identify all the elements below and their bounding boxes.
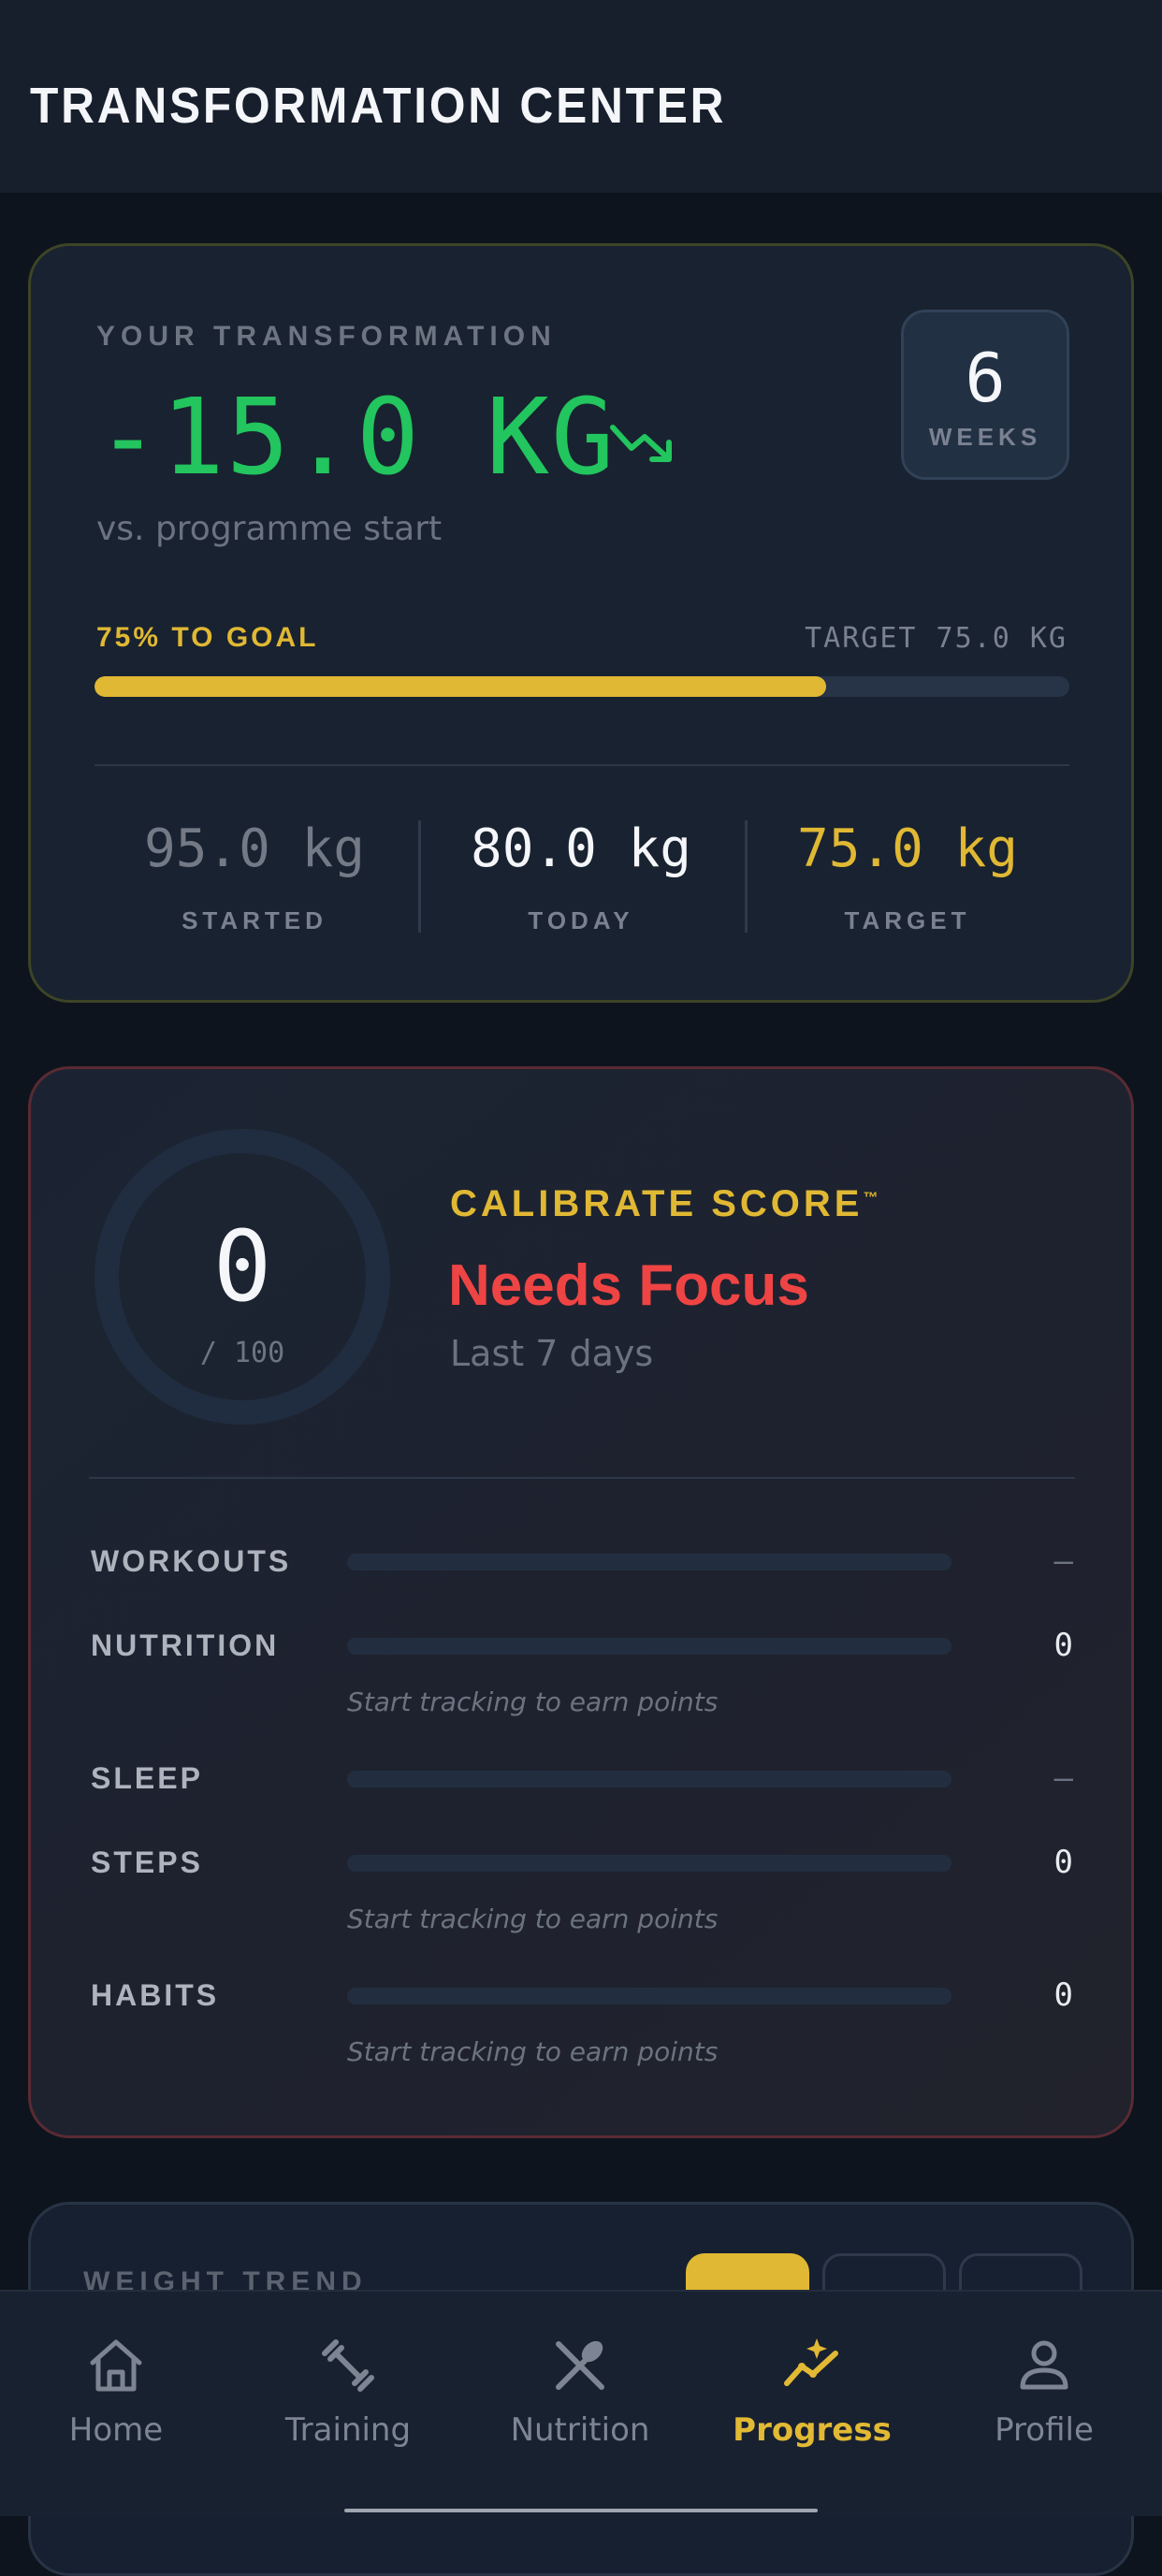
metric-workouts-value: — bbox=[1053, 1542, 1073, 1580]
goal-progress-bar bbox=[94, 676, 1069, 697]
nav-item-nutrition[interactable]: Nutrition bbox=[464, 2292, 696, 2516]
goal-progress-label: 75% TO GOAL bbox=[96, 622, 319, 653]
goal-progress-fill bbox=[94, 676, 826, 697]
metric-habits-bar bbox=[347, 1988, 951, 2004]
transformation-label: YOUR TRANSFORMATION bbox=[96, 321, 557, 352]
weight-change-value: -15.0 KG bbox=[96, 377, 617, 499]
metric-habits-label: HABITS bbox=[91, 1978, 220, 2012]
page-title: TRANSFORMATION CENTER bbox=[30, 78, 727, 134]
trend-sparkle-icon bbox=[784, 2338, 838, 2386]
weeks-badge: 6 WEEKS bbox=[901, 310, 1069, 480]
nav-label: Nutrition bbox=[510, 2411, 650, 2449]
nav-label: Home bbox=[68, 2411, 164, 2449]
score-period: Last 7 days bbox=[450, 1333, 654, 1374]
utensils-icon bbox=[556, 2340, 604, 2390]
bottom-nav: Home Training Nutrition Progress Profile bbox=[0, 2290, 1162, 2516]
started-weight-label: STARTED bbox=[182, 906, 327, 934]
nav-item-progress[interactable]: Progress bbox=[696, 2292, 928, 2516]
today-weight-label: TODAY bbox=[528, 906, 634, 934]
target-label: TARGET 75.0 KG bbox=[805, 622, 1068, 655]
metric-sleep-label: SLEEP bbox=[91, 1761, 203, 1795]
weeks-value: 6 bbox=[965, 339, 1006, 417]
target-weight-value: 75.0 kg bbox=[796, 818, 1018, 879]
started-weight-value: 95.0 kg bbox=[143, 818, 365, 879]
score-status: Needs Focus bbox=[448, 1253, 809, 1318]
stat-separator bbox=[745, 820, 748, 933]
nav-item-home[interactable]: Home bbox=[0, 2292, 232, 2516]
home-indicator bbox=[344, 2509, 818, 2512]
dumbbell-icon bbox=[322, 2339, 374, 2392]
metric-nutrition-label: NUTRITION bbox=[91, 1628, 280, 1662]
weeks-label: WEEKS bbox=[928, 423, 1042, 451]
score-value: 0 bbox=[212, 1209, 272, 1324]
metric-nutrition-bar bbox=[347, 1638, 951, 1655]
transformation-card: YOUR TRANSFORMATION -15.0 KG vs. program… bbox=[28, 243, 1134, 1003]
nav-item-profile[interactable]: Profile bbox=[928, 2292, 1160, 2516]
metric-workouts-bar bbox=[347, 1554, 951, 1570]
weight-change-subtitle: vs. programme start bbox=[96, 510, 443, 548]
calibrate-score-card[interactable]: 0 / 100 CALIBRATE SCORE™ Needs Focus Las… bbox=[28, 1066, 1134, 2138]
stat-separator bbox=[418, 820, 421, 933]
metric-steps-value: 0 bbox=[1053, 1844, 1073, 1881]
trademark-mark: ™ bbox=[863, 1190, 879, 1207]
score-title: CALIBRATE SCORE™ bbox=[450, 1183, 878, 1225]
metric-workouts-label: WORKOUTS bbox=[91, 1544, 292, 1578]
nav-item-training[interactable]: Training bbox=[232, 2292, 464, 2516]
metric-nutrition-value: 0 bbox=[1053, 1627, 1073, 1664]
trend-down-icon bbox=[610, 425, 672, 462]
metric-steps-bar bbox=[347, 1855, 951, 1872]
score-ring: 0 / 100 bbox=[94, 1129, 390, 1425]
metric-habits-hint: Start tracking to earn points bbox=[347, 2036, 719, 2067]
metric-sleep-bar bbox=[347, 1771, 951, 1787]
today-weight-value: 80.0 kg bbox=[470, 818, 691, 879]
divider bbox=[89, 1477, 1075, 1479]
nav-label: Profile bbox=[995, 2411, 1094, 2449]
metric-habits-value: 0 bbox=[1053, 1976, 1073, 2014]
divider bbox=[94, 764, 1069, 766]
app-header: TRANSFORMATION CENTER bbox=[0, 0, 1162, 193]
metric-nutrition-hint: Start tracking to earn points bbox=[347, 1686, 719, 1717]
metric-steps-label: STEPS bbox=[91, 1845, 203, 1879]
nav-label: Training bbox=[284, 2411, 412, 2449]
score-max: / 100 bbox=[199, 1337, 285, 1369]
target-weight-label: TARGET bbox=[844, 906, 971, 934]
nav-label: Progress bbox=[733, 2411, 892, 2449]
score-title-text: CALIBRATE SCORE bbox=[450, 1183, 864, 1224]
metric-steps-hint: Start tracking to earn points bbox=[347, 1903, 719, 1934]
user-icon bbox=[1020, 2340, 1068, 2390]
home-icon bbox=[90, 2339, 142, 2392]
metric-sleep-value: — bbox=[1053, 1759, 1073, 1797]
